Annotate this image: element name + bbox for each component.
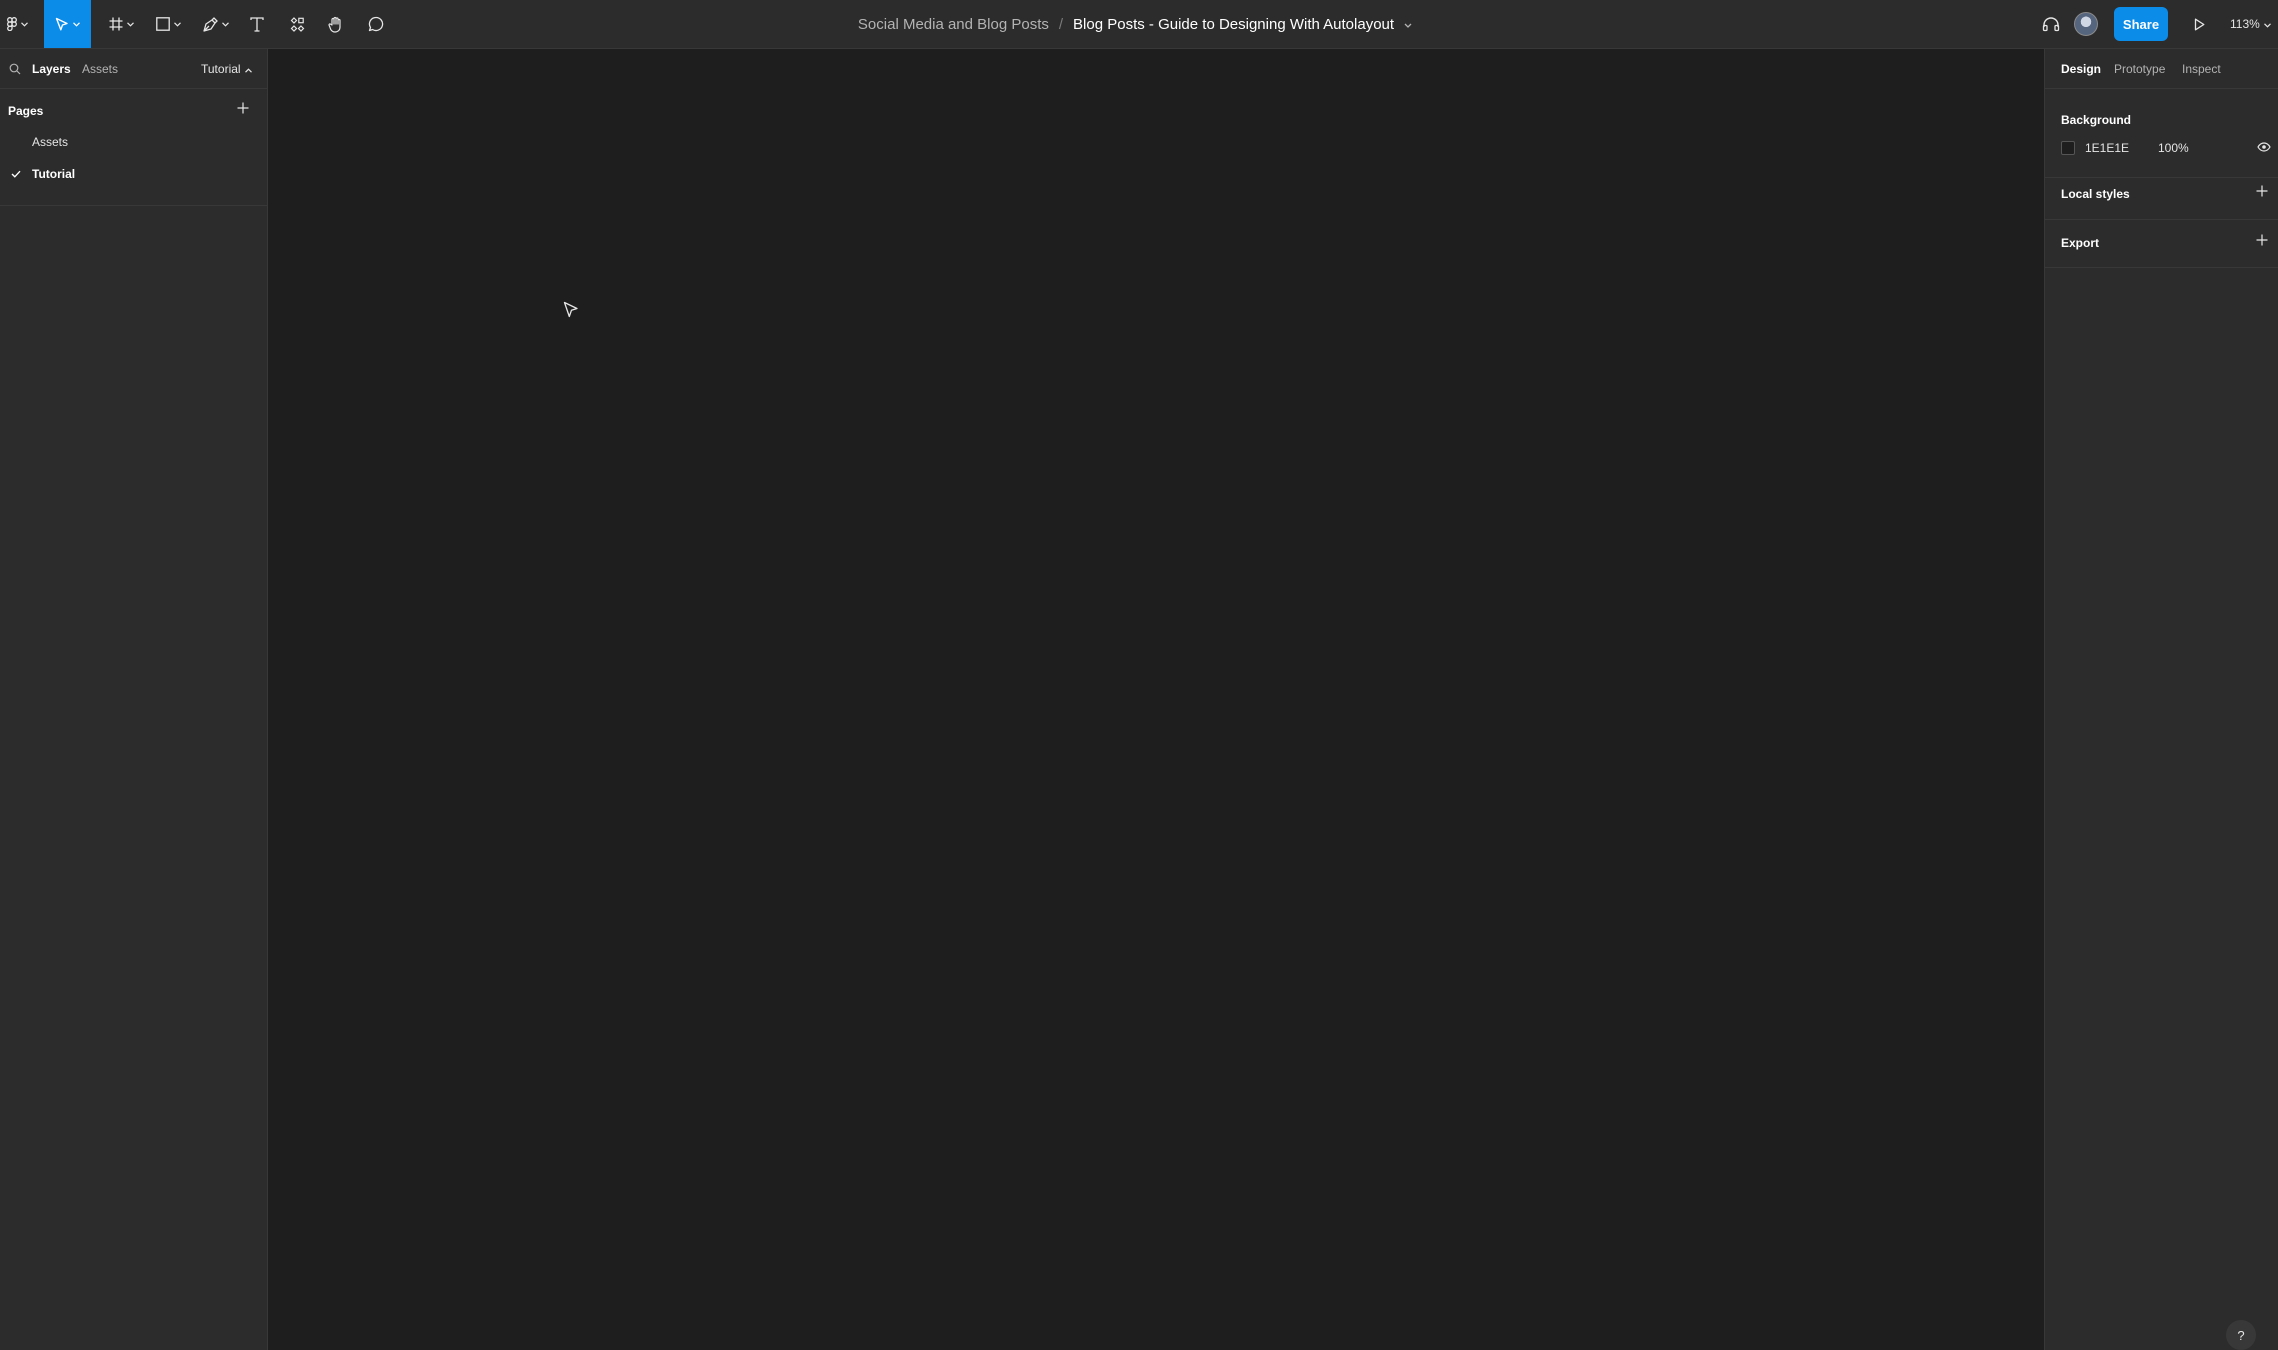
share-button[interactable]: Share bbox=[2114, 7, 2168, 41]
current-page-label: Tutorial bbox=[201, 62, 241, 76]
chevron-up-icon bbox=[244, 62, 252, 76]
section-divider bbox=[2045, 177, 2278, 178]
export-title: Export bbox=[2061, 236, 2100, 250]
hand-icon bbox=[328, 16, 344, 33]
search-icon[interactable] bbox=[9, 62, 21, 80]
add-page-button[interactable] bbox=[234, 101, 252, 119]
tab-inspect[interactable]: Inspect bbox=[2182, 62, 2221, 76]
text-icon bbox=[250, 16, 264, 32]
chevron-down-icon bbox=[73, 21, 80, 27]
section-divider bbox=[2045, 267, 2278, 268]
current-page-dropdown[interactable]: Tutorial bbox=[201, 62, 252, 76]
chevron-down-icon[interactable] bbox=[1404, 16, 1412, 33]
left-panel-tabs: Layers Assets Tutorial bbox=[0, 49, 268, 89]
design-canvas[interactable] bbox=[268, 49, 2044, 1350]
frame-tool-button[interactable] bbox=[101, 0, 141, 48]
right-sidebar: Design Prototype Inspect Background 1E1E… bbox=[2044, 49, 2278, 1350]
breadcrumb: Social Media and Blog Posts / Blog Posts… bbox=[858, 16, 1412, 33]
add-local-style-button[interactable] bbox=[2253, 184, 2271, 202]
resources-button[interactable] bbox=[282, 0, 312, 48]
top-toolbar: Social Media and Blog Posts / Blog Posts… bbox=[0, 0, 2278, 49]
main-menu-button[interactable] bbox=[0, 0, 34, 48]
project-name-link[interactable]: Social Media and Blog Posts bbox=[858, 16, 1049, 33]
move-tool-button[interactable] bbox=[44, 0, 91, 48]
frame-icon bbox=[109, 17, 123, 31]
figma-app: Social Media and Blog Posts / Blog Posts… bbox=[0, 0, 2278, 1350]
move-icon bbox=[55, 17, 69, 32]
left-sidebar: Layers Assets Tutorial Pages Assets Tuto… bbox=[0, 49, 268, 1350]
help-label: ? bbox=[2237, 1327, 2245, 1343]
play-icon bbox=[2194, 18, 2205, 31]
pages-divider[interactable] bbox=[0, 205, 267, 206]
tab-prototype[interactable]: Prototype bbox=[2114, 62, 2165, 76]
plus-icon bbox=[237, 101, 249, 119]
comment-icon bbox=[368, 16, 384, 32]
background-section-title: Background bbox=[2061, 113, 2132, 127]
background-opacity-input[interactable]: 100% bbox=[2158, 141, 2238, 155]
properties-tabs: Design Prototype Inspect bbox=[2045, 49, 2278, 89]
checkmark-icon bbox=[0, 170, 32, 178]
mouse-cursor-icon bbox=[563, 301, 579, 324]
tab-layers[interactable]: Layers bbox=[32, 62, 71, 76]
pen-tool-button[interactable] bbox=[196, 0, 236, 48]
avatar[interactable] bbox=[2074, 12, 2098, 36]
file-name[interactable]: Blog Posts - Guide to Designing With Aut… bbox=[1073, 16, 1394, 33]
rectangle-icon bbox=[155, 17, 170, 31]
local-styles-title: Local styles bbox=[2061, 187, 2130, 201]
resources-icon bbox=[290, 16, 305, 32]
page-item-label: Tutorial bbox=[32, 167, 76, 181]
plus-icon bbox=[2256, 233, 2268, 251]
page-item-tutorial[interactable]: Tutorial bbox=[0, 158, 267, 190]
page-item-assets[interactable]: Assets bbox=[0, 126, 267, 158]
chevron-down-icon bbox=[173, 21, 181, 27]
chevron-down-icon bbox=[2263, 17, 2271, 31]
background-hex-input[interactable]: 1E1E1E bbox=[2085, 141, 2158, 155]
chevron-down-icon bbox=[222, 21, 229, 27]
background-fill-row: 1E1E1E 100% bbox=[2061, 138, 2271, 158]
pages-heading: Pages bbox=[8, 104, 44, 118]
tab-design[interactable]: Design bbox=[2061, 62, 2101, 76]
comment-tool-button[interactable] bbox=[361, 0, 391, 48]
figma-logo-icon bbox=[6, 17, 17, 31]
eye-icon[interactable] bbox=[2257, 141, 2271, 155]
breadcrumb-separator: / bbox=[1058, 15, 1064, 33]
zoom-menu[interactable]: 113% bbox=[2230, 0, 2271, 48]
headphones-icon bbox=[2042, 16, 2060, 32]
plus-icon bbox=[2256, 184, 2268, 202]
background-color-swatch[interactable] bbox=[2061, 141, 2075, 155]
present-button[interactable] bbox=[2184, 0, 2214, 48]
help-button[interactable]: ? bbox=[2226, 1320, 2256, 1350]
zoom-level: 113% bbox=[2230, 17, 2260, 31]
hand-tool-button[interactable] bbox=[321, 0, 351, 48]
add-export-button[interactable] bbox=[2253, 233, 2271, 251]
text-tool-button[interactable] bbox=[242, 0, 272, 48]
shape-tool-button[interactable] bbox=[148, 0, 188, 48]
audio-chat-button[interactable] bbox=[2036, 0, 2066, 48]
pen-icon bbox=[203, 16, 218, 32]
chevron-down-icon bbox=[20, 21, 28, 27]
page-item-label: Assets bbox=[32, 135, 69, 149]
section-divider bbox=[2045, 219, 2278, 220]
tab-assets[interactable]: Assets bbox=[82, 62, 118, 76]
chevron-down-icon bbox=[126, 21, 134, 27]
